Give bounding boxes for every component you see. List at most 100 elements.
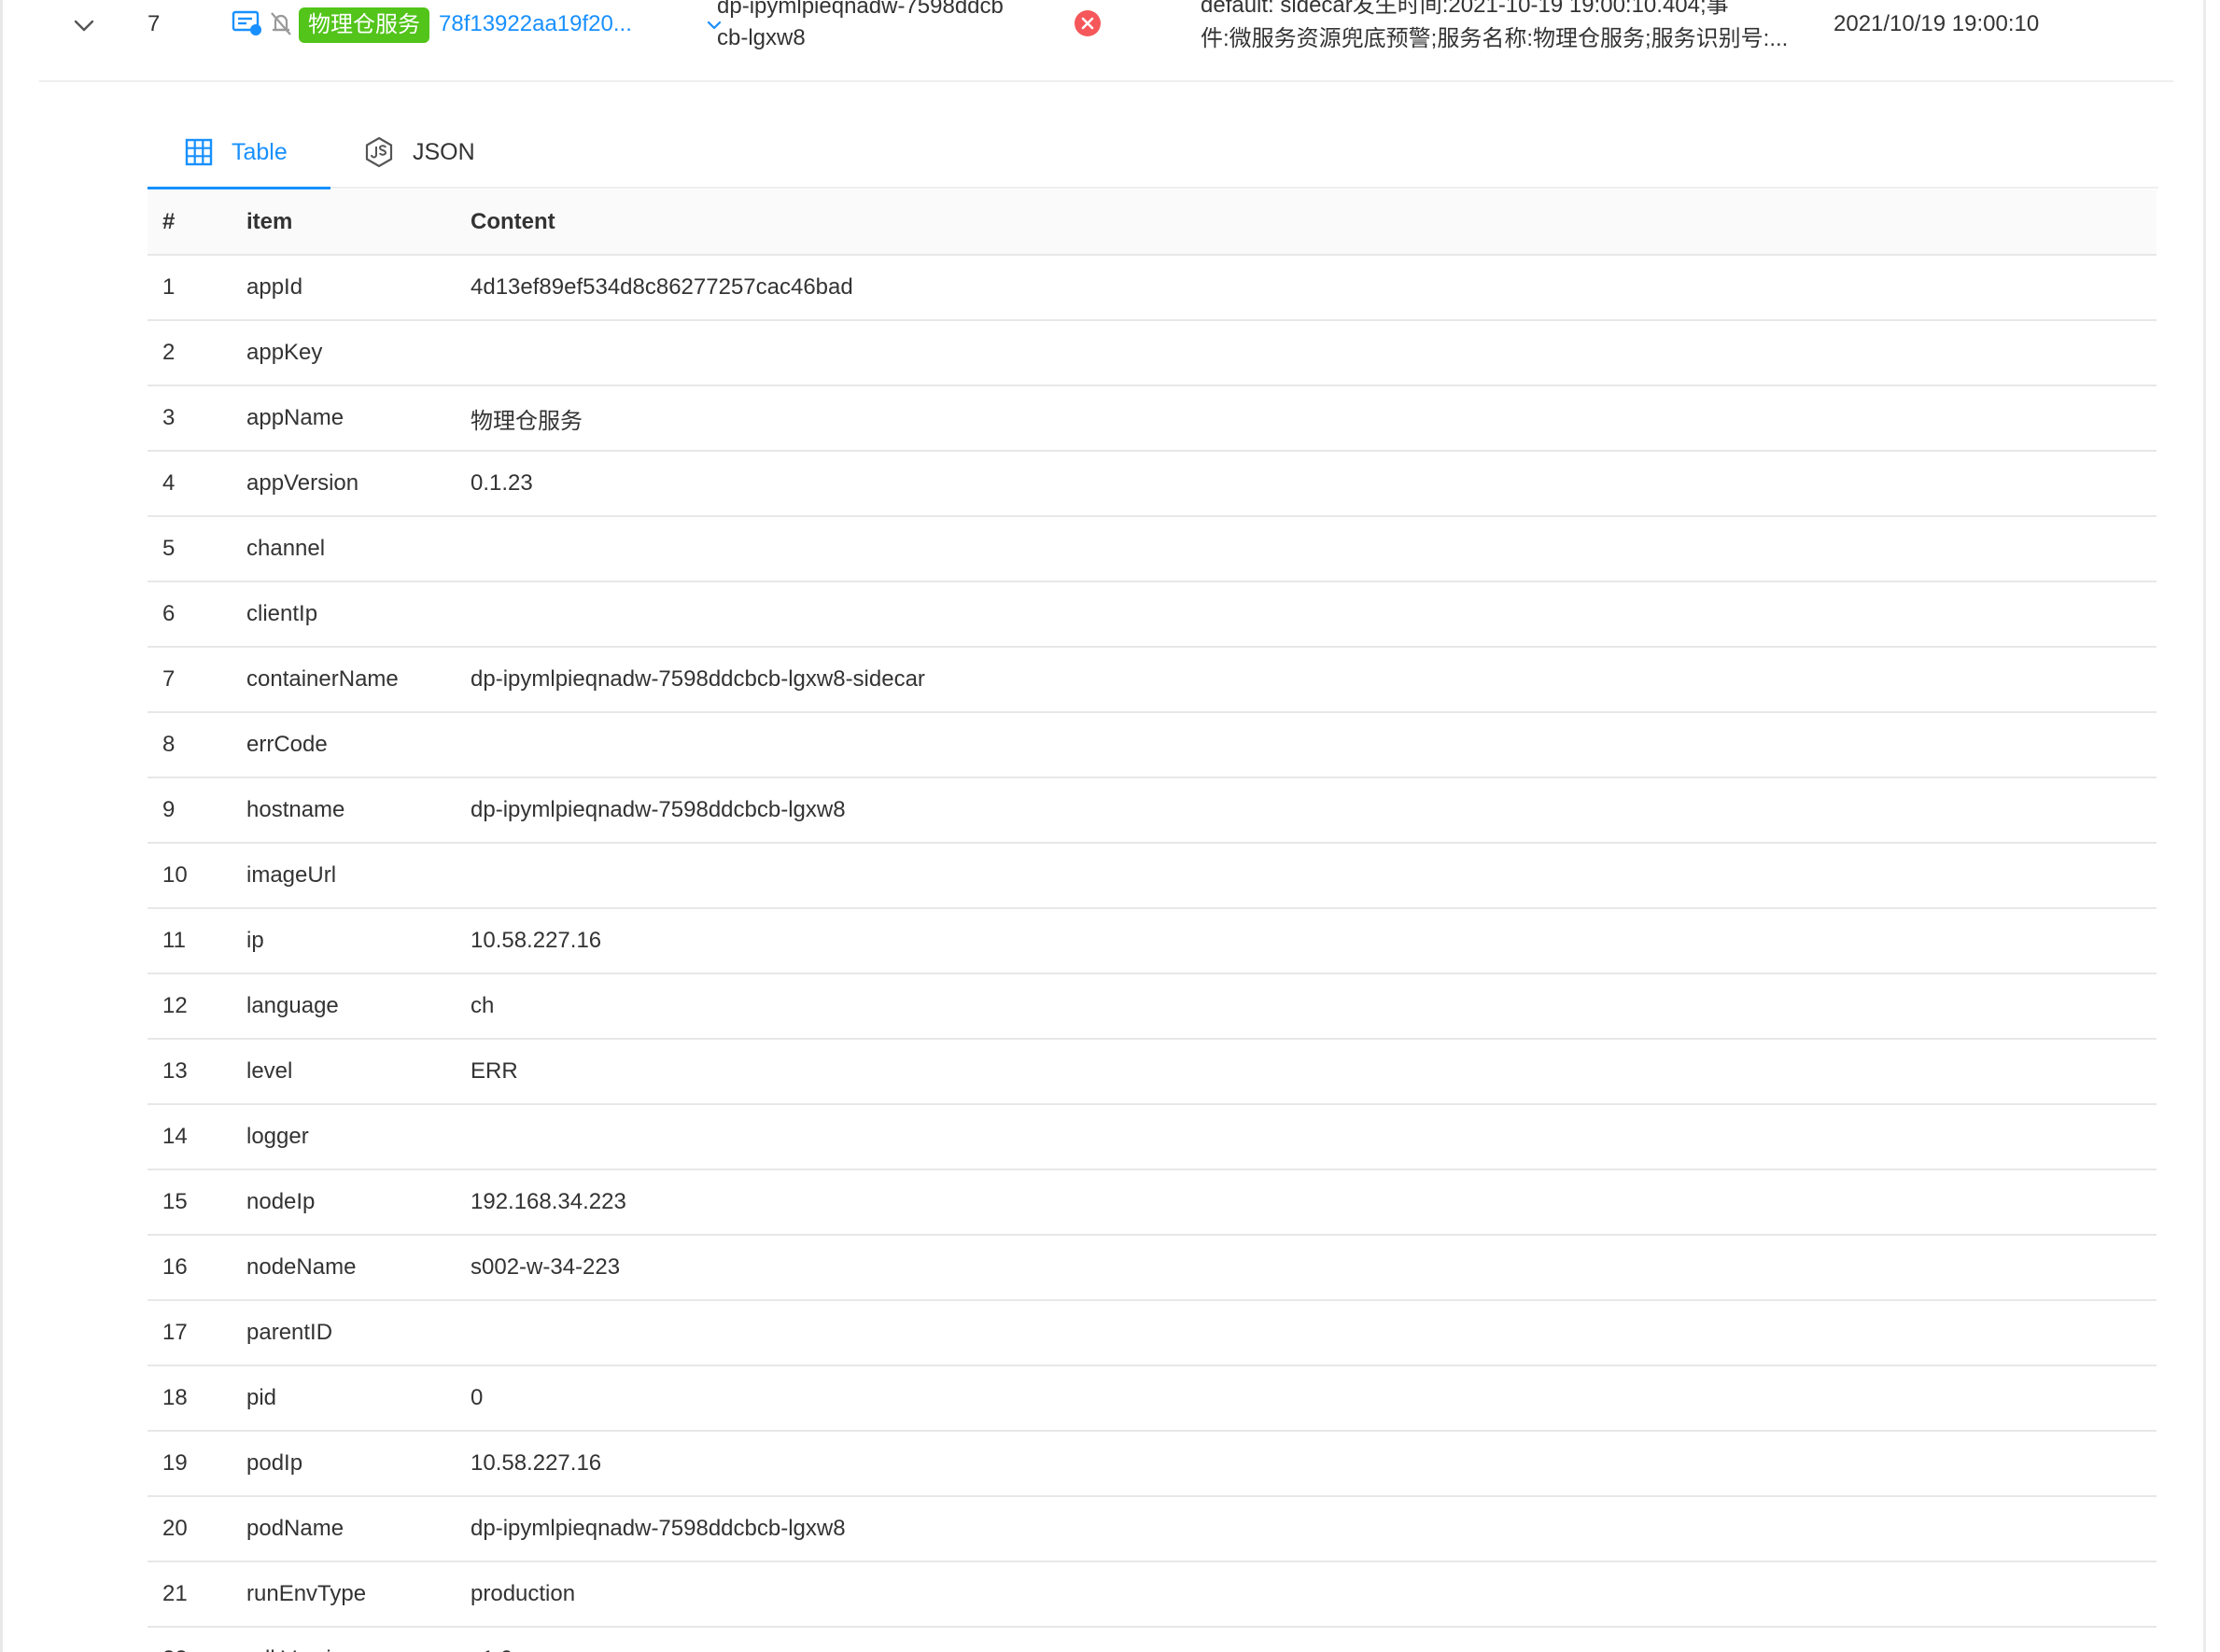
log-summary-row[interactable]: 7 物理仓服务 78f13922aa19f20... dp-ipymlpieqn… (39, 0, 2173, 82)
cell-item: appKey (246, 320, 471, 386)
cell-content: production (471, 1561, 2157, 1628)
table-row: 11 ip 10.58.227.16 (148, 908, 2157, 974)
cell-content: 物理仓服务 (471, 385, 2157, 452)
cell-item: language (246, 973, 471, 1040)
table-row: 10 imageUrl (148, 843, 2157, 909)
cell-index: 4 (148, 451, 246, 517)
cell-index: 21 (148, 1561, 246, 1628)
cell-item: level (246, 1039, 471, 1105)
table-row: 4 appVersion 0.1.23 (148, 451, 2157, 517)
column-header-item: item (246, 189, 471, 256)
table-row: 21 runEnvType production (148, 1561, 2157, 1628)
cell-index: 12 (148, 973, 246, 1040)
cell-index: 2 (148, 320, 246, 386)
tab-label: JSON (413, 138, 475, 165)
cell-index: 13 (148, 1039, 246, 1105)
js-hexagon-icon (365, 136, 393, 168)
cell-content (471, 581, 2157, 648)
cell-item: parentID (246, 1300, 471, 1366)
cell-index: 16 (148, 1235, 246, 1301)
cell-content: dp-ipymlpieqnadw-7598ddcbcb-lgxw8-sideca… (471, 647, 2157, 713)
cell-index: 7 (148, 647, 246, 713)
cell-content: 4d13ef89ef534d8c86277257cac46bad (471, 255, 2157, 321)
cell-item: podIp (246, 1431, 471, 1497)
cell-index: 18 (148, 1365, 246, 1432)
cell-content (471, 712, 2157, 778)
collapse-row-button[interactable] (71, 13, 97, 39)
cell-item: ip (246, 908, 471, 974)
cell-index: 1 (148, 255, 246, 321)
cell-item: runEnvType (246, 1561, 471, 1628)
monitor-badge-icon (232, 10, 261, 35)
table-row: 18 pid 0 (148, 1365, 2157, 1432)
column-header-content: Content (471, 189, 2157, 256)
table-row: 22sdkVersionv1.0 (148, 1627, 2157, 1652)
cell-index: 20 (148, 1496, 246, 1562)
table-row: 13 level ERR (148, 1039, 2157, 1105)
cell-content: ERR (471, 1039, 2157, 1105)
cell-content: dp-ipymlpieqnadw-7598ddcbcb-lgxw8 (471, 777, 2157, 844)
cell-item: logger (246, 1104, 471, 1170)
cell-index: 8 (148, 712, 246, 778)
table-row: 2 appKey (148, 320, 2157, 386)
muted-bell-icon (271, 12, 291, 35)
tab-table[interactable]: Table (148, 116, 330, 190)
row-number: 7 (148, 11, 161, 36)
cell-content (471, 1300, 2157, 1366)
log-message-line: 件:微服务资源兜底预警;服务名称:物理仓服务;服务识别号:... (1201, 26, 1789, 51)
table-row: 19 podIp 10.58.227.16 (148, 1431, 2157, 1497)
tab-label: Table (232, 138, 288, 165)
log-message-line: default: sidecar发生时间:2021-10-19 19:00:10… (1201, 0, 1729, 18)
trace-id-link[interactable]: 78f13922aa19f20... (439, 11, 632, 37)
pod-name-line: cb-lgxw8 (717, 25, 806, 50)
cell-index: 3 (148, 385, 246, 452)
cell-item: channel (246, 516, 471, 582)
cell-item: nodeName (246, 1235, 471, 1301)
cell-content: 10.58.227.16 (471, 1431, 2157, 1497)
row-indicator-icons (232, 9, 295, 37)
cell-content: 0.1.23 (471, 451, 2157, 517)
cell-index: 5 (148, 516, 246, 582)
service-tag: 物理仓服务 (299, 7, 429, 43)
cell-item: containerName (246, 647, 471, 713)
chevron-down-icon (74, 20, 94, 32)
cell-index: 11 (148, 908, 246, 974)
cell-item: appId (246, 255, 471, 321)
cell-content (471, 320, 2157, 386)
cell-content: ch (471, 973, 2157, 1040)
cell-content: v1.0 (471, 1627, 2157, 1652)
table-row: 8 errCode (148, 712, 2157, 778)
table-row: 5 channel (148, 516, 2157, 582)
cell-item: clientIp (246, 581, 471, 648)
cell-content: dp-ipymlpieqnadw-7598ddcbcb-lgxw8 (471, 1496, 2157, 1562)
table-row: 3 appName 物理仓服务 (148, 385, 2157, 452)
cell-index: 14 (148, 1104, 246, 1170)
cell-item: errCode (246, 712, 471, 778)
cell-item: nodeIp (246, 1169, 471, 1236)
table-row: 6 clientIp (148, 581, 2157, 648)
cell-item: sdkVersion (246, 1627, 471, 1652)
cell-index: 10 (148, 843, 246, 909)
table-row: 12 language ch (148, 973, 2157, 1040)
cell-content: 192.168.34.223 (471, 1169, 2157, 1236)
cell-content: 0 (471, 1365, 2157, 1432)
cell-item: appVersion (246, 451, 471, 517)
cell-content (471, 516, 2157, 582)
detail-tabs: Table JSON (148, 116, 2158, 190)
table-grid-icon (185, 138, 213, 166)
table-row: 17 parentID (148, 1300, 2157, 1366)
cell-item: imageUrl (246, 843, 471, 909)
tab-json[interactable]: JSON (364, 116, 475, 189)
fields-table: # item Content 1 appId 4d13ef89ef534d8c862… (148, 189, 2157, 1652)
table-row: 7 containerName dp-ipymlpieqnadw-7598ddcbc… (148, 647, 2157, 713)
cell-index: 9 (148, 777, 246, 844)
error-status-icon (1075, 10, 1101, 36)
cell-index: 17 (148, 1300, 246, 1366)
scrollbar-track[interactable] (2203, 0, 2206, 1652)
pod-name-line: dp-ipymlpieqnadw-7598ddcb (717, 0, 1004, 19)
cell-index: 22 (148, 1627, 246, 1652)
table-row: 15 nodeIp 192.168.34.223 (148, 1169, 2157, 1236)
cell-content: s002-w-34-223 (471, 1235, 2157, 1301)
log-message: default: sidecar发生时间:2021-10-19 19:00:10… (1201, 0, 1798, 56)
cell-index: 6 (148, 581, 246, 648)
